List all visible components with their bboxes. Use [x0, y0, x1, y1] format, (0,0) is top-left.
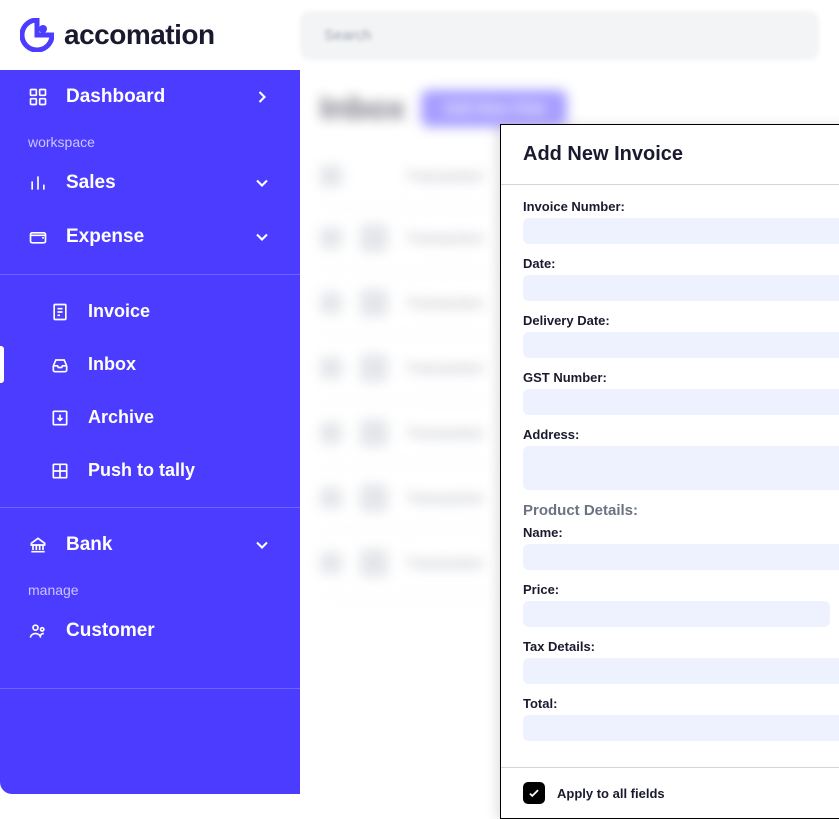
- sidebar-label: Dashboard: [66, 86, 165, 108]
- sidebar-label: Customer: [66, 620, 155, 642]
- input-delivery-date[interactable]: [523, 332, 839, 358]
- add-invoice-modal: Add New Invoice Invoice Number: Date: De…: [500, 124, 839, 819]
- add-new-button[interactable]: Add New Chat: [421, 90, 567, 127]
- sidebar-item-push-to-tally[interactable]: Push to tally: [0, 444, 300, 497]
- apply-all-label: Apply to all fields: [557, 786, 665, 801]
- label-address: Address:: [523, 427, 839, 442]
- chevron-down-icon: [252, 173, 272, 193]
- sidebar-item-inbox[interactable]: Inbox: [0, 338, 300, 391]
- input-total[interactable]: [523, 715, 839, 741]
- sidebar-item-expense[interactable]: Expense: [0, 210, 300, 264]
- label-product-details: Product Details:: [523, 502, 839, 519]
- wallet-icon: [28, 227, 48, 247]
- dashboard-icon: [28, 87, 48, 107]
- archive-icon: [50, 408, 70, 428]
- sidebar-label: Expense: [66, 226, 144, 248]
- search-input[interactable]: Search: [300, 11, 819, 60]
- label-tax-details: Tax Details:: [523, 639, 839, 654]
- chevron-down-icon: [252, 227, 272, 247]
- label-delivery-date: Delivery Date:: [523, 313, 839, 328]
- sidebar-label: Sales: [66, 172, 116, 194]
- check-icon: [527, 786, 541, 800]
- grid-icon: [50, 461, 70, 481]
- sidebar-label: Push to tally: [88, 460, 195, 481]
- sidebar-label: Inbox: [88, 354, 136, 375]
- brand-logo: accomation: [20, 18, 300, 52]
- sidebar-label: Invoice: [88, 301, 150, 322]
- label-date: Date:: [523, 256, 839, 271]
- inbox-icon: [50, 355, 70, 375]
- sidebar-label: Bank: [66, 534, 112, 556]
- sidebar-item-sales[interactable]: Sales: [0, 156, 300, 210]
- apply-all-checkbox[interactable]: [523, 782, 545, 804]
- label-gst-number: GST Number:: [523, 370, 839, 385]
- customer-icon: [28, 621, 48, 641]
- input-gst-number[interactable]: [523, 389, 839, 415]
- label-invoice-number: Invoice Number:: [523, 199, 839, 214]
- sidebar-section-workspace: workspace: [0, 124, 300, 156]
- label-price: Price:: [523, 582, 830, 597]
- modal-title: Add New Invoice: [501, 125, 839, 185]
- input-address[interactable]: [523, 446, 839, 490]
- sidebar: Dashboard workspace Sales Expense Invoic…: [0, 70, 300, 794]
- invoice-icon: [50, 302, 70, 322]
- chevron-right-icon: [252, 87, 272, 107]
- page-title: Inbox: [320, 90, 405, 127]
- label-total: Total:: [523, 696, 839, 711]
- sidebar-item-archive[interactable]: Archive: [0, 391, 300, 444]
- input-date[interactable]: [523, 275, 839, 301]
- sidebar-item-dashboard[interactable]: Dashboard: [0, 70, 300, 124]
- input-tax-details[interactable]: [523, 658, 839, 684]
- sidebar-item-customer[interactable]: Customer: [0, 604, 300, 658]
- brand-name: accomation: [64, 19, 215, 51]
- chevron-down-icon: [252, 535, 272, 555]
- input-name[interactable]: [523, 544, 839, 570]
- chart-icon: [28, 173, 48, 193]
- input-price[interactable]: [523, 601, 830, 627]
- sidebar-item-bank[interactable]: Bank: [0, 518, 300, 572]
- sidebar-item-invoice[interactable]: Invoice: [0, 285, 300, 338]
- sidebar-section-manage: manage: [0, 572, 300, 604]
- sidebar-label: Archive: [88, 407, 154, 428]
- label-name: Name:: [523, 525, 839, 540]
- input-invoice-number[interactable]: [523, 218, 839, 244]
- main-content: Inbox Add New Chat Transaction Transacti…: [300, 70, 839, 794]
- bank-icon: [28, 535, 48, 555]
- logo-icon: [20, 18, 54, 52]
